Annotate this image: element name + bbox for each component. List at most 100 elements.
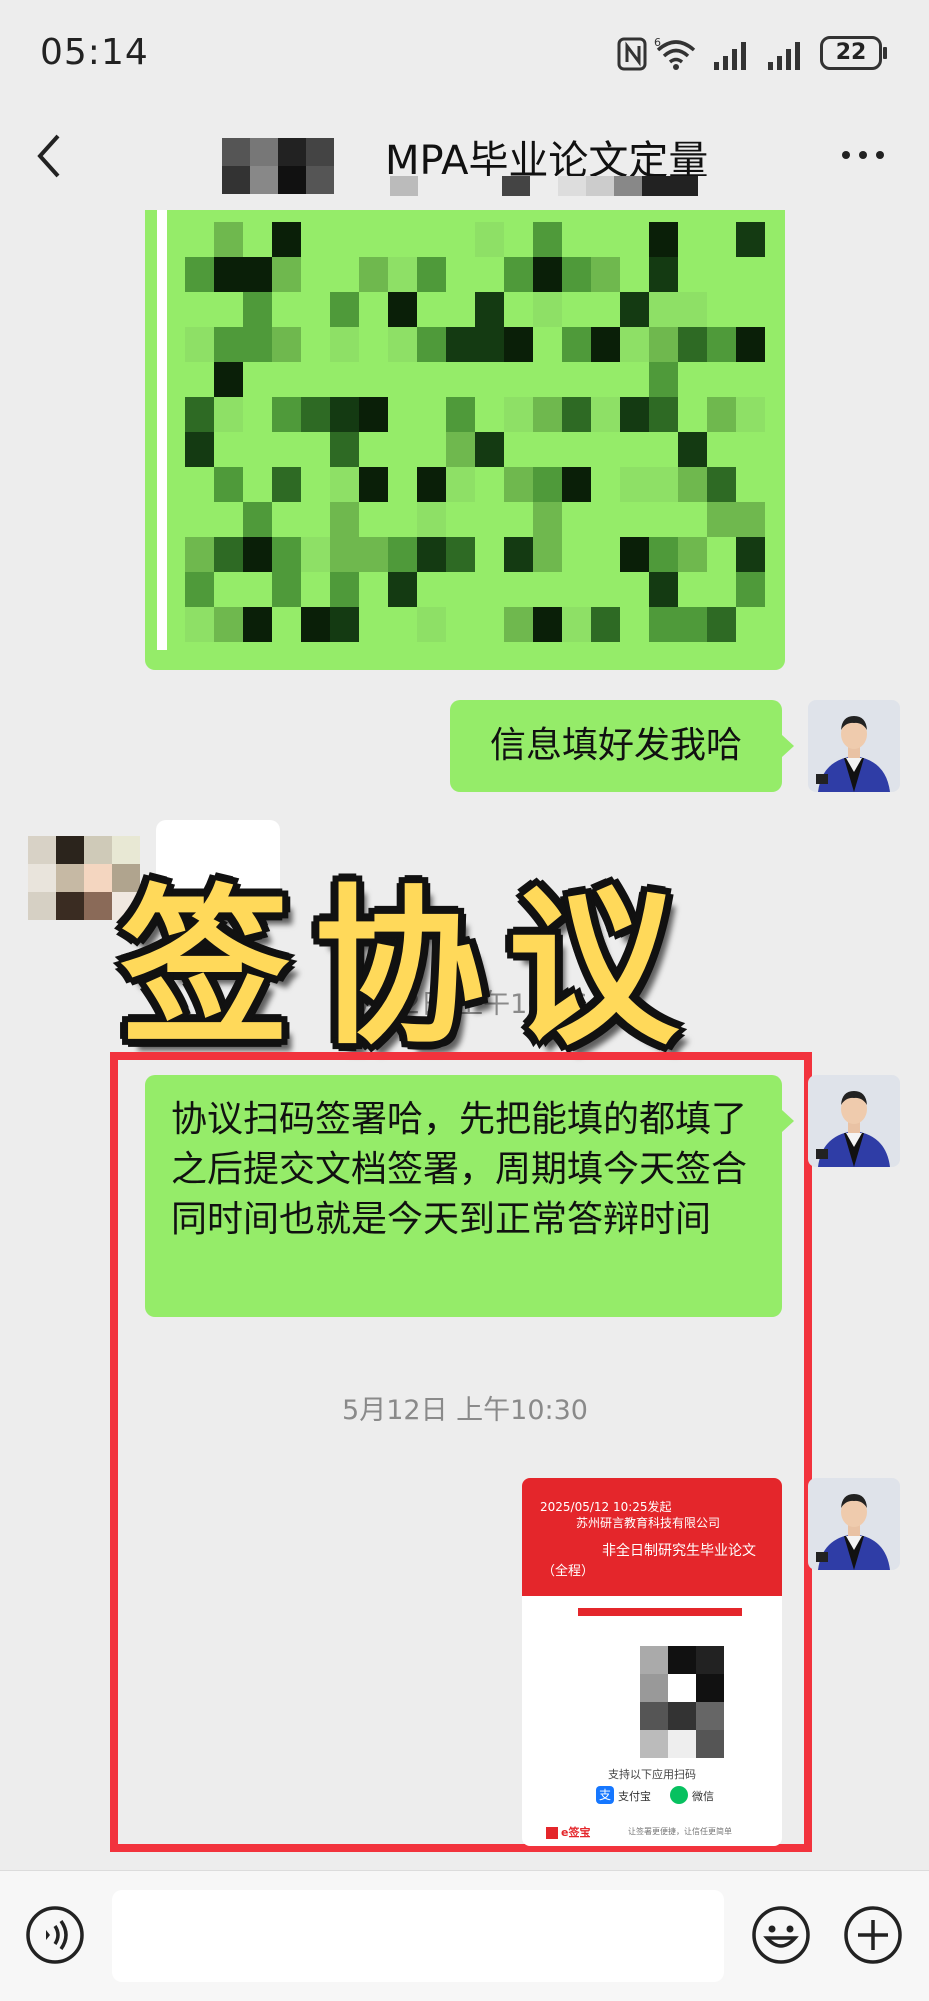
mosaic-cell xyxy=(301,467,330,502)
card-company: 苏州研言教育科技有限公司 xyxy=(576,1516,721,1530)
mosaic-cell xyxy=(417,572,446,607)
mosaic-cell xyxy=(736,607,765,642)
mosaic-cell xyxy=(736,257,765,292)
mosaic-cell xyxy=(388,327,417,362)
mosaic-cell xyxy=(446,432,475,467)
user-avatar[interactable] xyxy=(808,1075,900,1167)
mosaic-cell xyxy=(359,327,388,362)
card-title: 非全日制研究生毕业论文 xyxy=(602,1543,756,1559)
chevron-left-icon[interactable] xyxy=(30,128,70,184)
mosaic-cell xyxy=(591,467,620,502)
mosaic-cell xyxy=(504,257,533,292)
mosaic-cell xyxy=(243,222,272,257)
mosaic-cell xyxy=(707,292,736,327)
mosaic-cell xyxy=(707,502,736,537)
mosaic-cell xyxy=(591,292,620,327)
mosaic-cell xyxy=(475,292,504,327)
mosaic-cell xyxy=(359,537,388,572)
mosaic-cell xyxy=(475,362,504,397)
mosaic-cell xyxy=(678,327,707,362)
mosaic-cell xyxy=(736,397,765,432)
mosaic-cell xyxy=(475,572,504,607)
mosaic-cell xyxy=(214,432,243,467)
emoji-icon[interactable] xyxy=(750,1904,812,1966)
mosaic-cell xyxy=(272,607,301,642)
mosaic-cell xyxy=(620,327,649,362)
mosaic-cell xyxy=(649,467,678,502)
mosaic-cell xyxy=(185,537,214,572)
redacted-text-mosaic xyxy=(185,222,765,642)
mosaic-cell xyxy=(301,572,330,607)
mosaic-cell xyxy=(446,397,475,432)
mosaic-cell xyxy=(214,222,243,257)
mosaic-cell xyxy=(417,222,446,257)
user-avatar[interactable] xyxy=(808,1478,900,1570)
mosaic-cell xyxy=(736,292,765,327)
mosaic-cell xyxy=(417,257,446,292)
mosaic-cell xyxy=(736,572,765,607)
mosaic-cell xyxy=(620,467,649,502)
mosaic-cell xyxy=(678,362,707,397)
message-bubble-outgoing[interactable]: 信息填好发我哈 xyxy=(450,700,782,792)
mosaic-cell xyxy=(707,572,736,607)
contract-qr-card[interactable]: 2025/05/12 10:25发起 苏州研言教育科技有限公司 非全日制研究生毕… xyxy=(522,1478,782,1846)
mosaic-cell xyxy=(562,397,591,432)
mosaic-cell xyxy=(475,327,504,362)
mosaic-cell xyxy=(620,607,649,642)
mosaic-cell xyxy=(272,257,301,292)
mosaic-cell xyxy=(330,292,359,327)
mosaic-cell xyxy=(504,467,533,502)
mosaic-cell xyxy=(475,397,504,432)
signal-icon-2 xyxy=(768,42,800,70)
mosaic-cell xyxy=(707,222,736,257)
mosaic-cell xyxy=(185,292,214,327)
mosaic-cell xyxy=(533,292,562,327)
mosaic-cell xyxy=(736,502,765,537)
message-bubble-outgoing[interactable]: 协议扫码签署哈，先把能填的都填了之后提交文档签署，周期填今天签合同时间也就是今天… xyxy=(145,1075,782,1317)
mosaic-cell xyxy=(591,502,620,537)
mosaic-cell xyxy=(330,222,359,257)
signal-icon-1 xyxy=(714,42,746,70)
mosaic-cell xyxy=(359,572,388,607)
mosaic-cell xyxy=(562,327,591,362)
user-avatar[interactable] xyxy=(808,700,900,792)
scan-support-text: 支持以下应用扫码 xyxy=(608,1768,696,1781)
wechat-label: 微信 xyxy=(692,1790,714,1803)
voice-icon[interactable] xyxy=(24,1904,86,1966)
mosaic-cell xyxy=(301,502,330,537)
mosaic-cell xyxy=(272,467,301,502)
mosaic-cell xyxy=(707,537,736,572)
mosaic-cell xyxy=(533,257,562,292)
mosaic-cell xyxy=(504,572,533,607)
more-dots-icon[interactable] xyxy=(838,145,888,165)
qr-code[interactable] xyxy=(612,1646,724,1758)
message-input[interactable] xyxy=(112,1890,724,1982)
wechat-icon xyxy=(670,1786,688,1804)
mosaic-cell xyxy=(359,397,388,432)
mosaic-cell xyxy=(620,502,649,537)
mosaic-cell xyxy=(620,432,649,467)
mosaic-cell xyxy=(301,222,330,257)
mosaic-cell xyxy=(330,397,359,432)
mosaic-cell xyxy=(388,572,417,607)
svg-text:6: 6 xyxy=(654,36,661,49)
mosaic-cell xyxy=(185,257,214,292)
mosaic-cell xyxy=(417,537,446,572)
mosaic-cell xyxy=(446,537,475,572)
battery-tip xyxy=(883,47,887,59)
mosaic-cell xyxy=(591,362,620,397)
mosaic-cell xyxy=(620,222,649,257)
mosaic-cell xyxy=(417,397,446,432)
mosaic-cell xyxy=(359,292,388,327)
status-time: 05:14 xyxy=(40,32,149,73)
mosaic-cell xyxy=(243,327,272,362)
mosaic-cell xyxy=(446,572,475,607)
mosaic-cell xyxy=(214,397,243,432)
mosaic-cell xyxy=(330,362,359,397)
mosaic-cell xyxy=(243,257,272,292)
mosaic-cell xyxy=(736,537,765,572)
mosaic-cell xyxy=(678,432,707,467)
mosaic-cell xyxy=(185,362,214,397)
mosaic-cell xyxy=(475,222,504,257)
plus-icon[interactable] xyxy=(842,1904,904,1966)
